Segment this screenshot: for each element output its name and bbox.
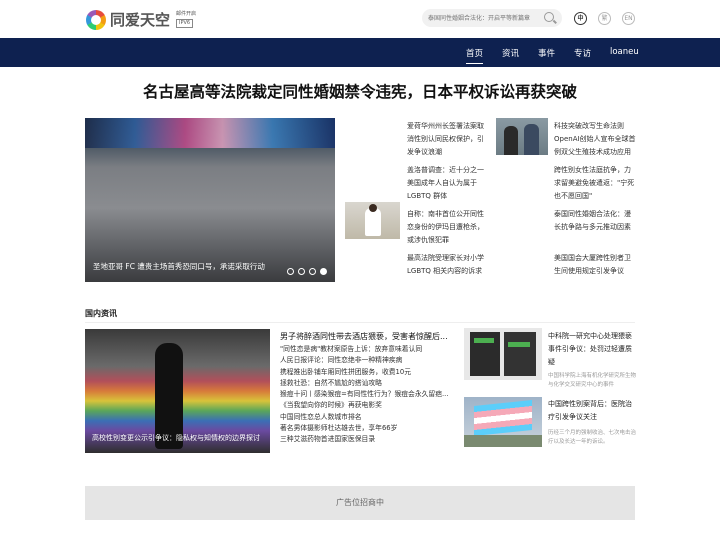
news-item[interactable]: 自称：南非首位公开同性恋身份的伊玛目遭枪杀，或涉仇恨犯罪 [407,208,489,247]
side-thumbnail-chat[interactable] [464,328,542,380]
carousel-dot-3[interactable] [309,268,316,275]
domestic-featured-image[interactable]: 高校性别变更公示引争议：隐私权与知情权的边界探讨 [85,329,270,453]
logo-badge: 邮件开启 IPV6 [176,11,197,28]
news-item[interactable]: 科技突破改写生命法则 OpenAI创始人宣布全球首例双父生殖技术成功应用 [554,120,636,159]
lang-english[interactable]: EN [622,12,635,25]
list-item[interactable]: 《当我望向你的时候》再获电影奖 [280,400,455,411]
news-item[interactable]: 最高法院受理家长对小学LGBTQ 相关内容的诉求 [407,252,489,278]
news-item[interactable]: 盖洛普调查：近十分之一美国成年人自认为属于LGBTQ 群体 [407,164,489,203]
nav-news[interactable]: 资讯 [502,47,519,59]
news-item[interactable]: 泰国同性婚姻合法化：漫长抗争路与多元推动因素 [554,208,636,247]
carousel-dot-1[interactable] [287,268,294,275]
lang-traditional-chinese[interactable]: 繁 [598,12,611,25]
news-thumbnail-tech[interactable] [496,118,548,155]
section-divider [85,322,635,323]
list-item[interactable]: 人民日报评论：同性恋绝非一种精神疾病 [280,355,455,366]
lang-simplified-chinese[interactable]: 中 [574,12,587,25]
side-thumbnail-flag[interactable] [464,397,542,447]
top-header: 同爱天空 邮件开启 IPV6 中 繁 EN [0,0,720,38]
nav-loaneu[interactable]: loaneu [610,47,639,57]
carousel-image [85,118,335,148]
side-story-title[interactable]: 中国跨性别案背后：医院治疗引发争议关注 [548,398,636,424]
carousel-dot-2[interactable] [298,268,305,275]
carousel-dot-4[interactable] [320,268,327,275]
list-item[interactable]: 拯救社恐：自然不尴尬的搭讪攻略 [280,378,455,389]
nav-events[interactable]: 事件 [538,47,555,59]
list-item[interactable]: 著名男体摄影师杜达雄去世，享年66岁 [280,423,455,434]
list-item[interactable]: "同性恋是病"教材案原告上诉：放弃意味着认同 [280,344,455,355]
logo-text: 同爱天空 [110,11,171,29]
featured-carousel[interactable]: 圣地亚哥 FC 遭贵主场首秀恐同口号，承诺采取行动 [85,118,335,282]
ipv6-badge: IPV6 [176,19,194,28]
news-item[interactable]: 跨性别女性法庭抗争，力求留美避免被遣返："宁死也不愿回国" [554,164,636,203]
carousel-dots [287,268,327,275]
domestic-top-story[interactable]: 男子将醉酒同性带去酒店猥亵，受害者惊醒后... [280,330,455,344]
news-thumbnail-imam[interactable] [345,202,400,239]
side-story-desc: 历经三个月的强制收治、七次电击治疗以及长达一年的诉讼。 [548,430,637,445]
nav-home[interactable]: 首页 [466,47,484,64]
side-story-1: 中科院一研究中心处理猥亵事件引争议：处罚过轻遭质疑 中国科学院上海有机化学研究所… [548,330,636,390]
domestic-news-list: 男子将醉酒同性带去酒店猥亵，受害者惊醒后... "同性恋是病"教材案原告上诉：放… [280,330,455,446]
carousel-caption[interactable]: 圣地亚哥 FC 遭贵主场首秀恐同口号，承诺采取行动 [93,261,265,272]
nav-interviews[interactable]: 专访 [574,47,591,59]
list-item[interactable]: 携程推出卧铺车厢同性拼团服务，收费10元 [280,367,455,378]
search-icon[interactable] [544,12,554,22]
middle-news-list: 爱荷华州州长签署法案取消性别认同民权保护，引发争议浪潮 盖洛普调查：近十分之一美… [407,120,489,283]
site-logo[interactable]: 同爱天空 邮件开启 IPV6 [86,9,196,30]
main-headline[interactable]: 名古屋高等法院裁定同性婚姻禁令违宪，日本平权诉讼再获突破 [0,80,720,102]
search-box [422,9,562,27]
domestic-featured-caption[interactable]: 高校性别变更公示引争议：隐私权与知情权的边界探讨 [92,433,260,443]
main-nav: 首页 资讯 事件 专访 loaneu [0,38,720,67]
list-item[interactable]: 猴痘十问丨感染猴痘=有同性性行为？猴痘会永久留疤... [280,389,455,400]
right-news-list: 科技突破改写生命法则 OpenAI创始人宣布全球首例双父生殖技术成功应用 跨性别… [554,120,636,283]
news-item[interactable]: 美国国会大厦跨性别者卫生间使用规定引发争议 [554,252,636,278]
section-title-domestic: 国内资讯 [85,309,117,318]
side-story-desc: 中国科学院上海有机化学研究所生物与化学交叉研究中心的事件 [548,373,637,388]
news-item[interactable]: 爱荷华州州长签署法案取消性别认同民权保护，引发争议浪潮 [407,120,489,159]
list-item[interactable]: 中国同性恋总人数城市排名 [280,412,455,423]
side-story-2: 中国跨性别案背后：医院治疗引发争议关注 历经三个月的强制收治、七次电击治疗以及长… [548,398,636,447]
ad-banner[interactable]: 广告位招商中 [85,486,635,520]
list-item[interactable]: 三种艾滋药物首进国家医保目录 [280,434,455,445]
logo-icon [86,9,106,30]
search-input[interactable] [428,11,540,25]
side-story-title[interactable]: 中科院一研究中心处理猥亵事件引争议：处罚过轻遭质疑 [548,330,636,369]
